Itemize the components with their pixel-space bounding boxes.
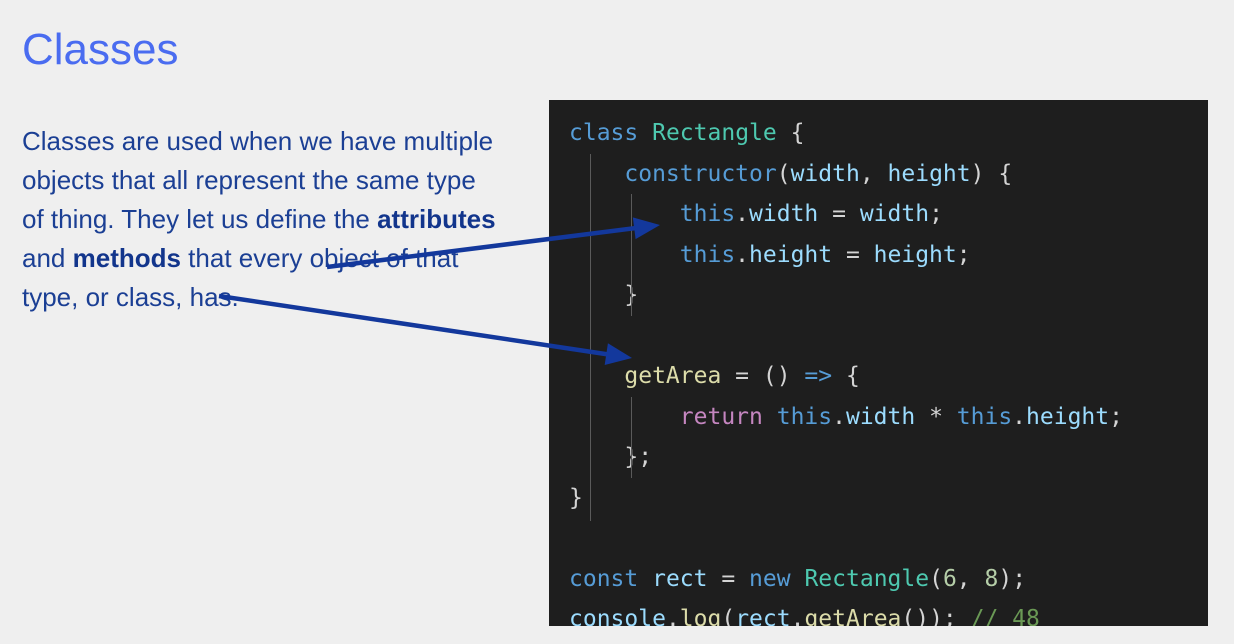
emphasis-term: attributes (377, 204, 496, 234)
indent-guide (631, 397, 632, 478)
slide-canvas: Classes Classes are used when we have mu… (0, 0, 1234, 644)
code-token: ; (1109, 403, 1123, 430)
code-token: width (859, 201, 930, 227)
code-token: , (859, 160, 888, 187)
code-line: }; (569, 437, 1123, 478)
code-line: return this.width * this.height; (569, 397, 1123, 438)
body-paragraph: Classes are used when we have multiple o… (22, 122, 502, 317)
code-token: return (679, 403, 763, 430)
code-token: rect (735, 606, 791, 626)
code-token: this (776, 403, 833, 430)
code-token: = (707, 565, 750, 592)
indent-guide (631, 194, 632, 316)
code-token: height (887, 160, 971, 187)
code-token: this (679, 201, 736, 227)
code-token: // 48 (970, 606, 1040, 626)
code-token: }; (624, 444, 653, 470)
code-token: ; (956, 241, 971, 268)
code-token: log (679, 606, 722, 626)
code-token: . (735, 241, 750, 268)
code-token: ( (776, 160, 791, 187)
code-token: ( (721, 606, 736, 626)
code-token: new (749, 565, 791, 592)
code-token: 6 (942, 565, 957, 592)
code-token: . (790, 606, 805, 626)
code-line: class Rectangle { (569, 113, 1123, 154)
code-token: width (845, 403, 916, 430)
code-token: . (735, 201, 750, 227)
code-token: } (569, 484, 583, 511)
code-token: , (956, 565, 985, 592)
code-token: getArea (624, 363, 722, 389)
code-token: const (569, 565, 639, 592)
code-token: this (956, 403, 1013, 430)
code-token: width (749, 201, 819, 227)
code-line: } (569, 478, 1123, 519)
code-token: console (569, 606, 666, 626)
code-token: getArea (804, 606, 902, 626)
code-line: getArea = () => { (569, 356, 1123, 397)
code-token: = () (721, 363, 805, 389)
indent-guide (590, 154, 591, 521)
code-token: width (790, 160, 860, 187)
code-token: Rectangle (652, 120, 777, 146)
code-line: this.width = width; (569, 194, 1123, 235)
code-token: height (749, 241, 833, 268)
code-token: ()); (901, 606, 971, 626)
code-token: class (569, 120, 639, 146)
code-token: height (873, 241, 957, 268)
emphasis-term: methods (72, 243, 181, 273)
code-lines: class Rectangle { constructor(width, hei… (569, 113, 1123, 626)
page-title: Classes (22, 25, 179, 74)
code-token: ); (998, 565, 1027, 592)
body-text-run: and (22, 243, 73, 273)
code-token: { (832, 363, 860, 389)
code-token: * (915, 403, 957, 430)
code-token: constructor (624, 160, 777, 187)
code-token: = (818, 201, 860, 227)
code-token: . (832, 403, 846, 430)
code-token: = (832, 241, 874, 268)
code-token: { (776, 120, 805, 146)
code-token: => (804, 363, 833, 389)
code-line: const rect = new Rectangle(6, 8); (569, 559, 1123, 600)
code-token: . (1012, 403, 1027, 430)
code-token: ; (929, 201, 943, 227)
code-token: ) { (970, 160, 1013, 187)
code-token: ( (929, 565, 943, 592)
code-token: height (1026, 403, 1110, 430)
code-line: this.height = height; (569, 235, 1123, 276)
code-line: constructor(width, height) { (569, 154, 1123, 195)
code-block: class Rectangle { constructor(width, hei… (549, 100, 1208, 626)
code-token: this (679, 241, 736, 268)
code-token: rect (652, 565, 708, 592)
code-line: } (569, 275, 1123, 316)
code-line: console.log(rect.getArea()); // 48 (569, 599, 1123, 626)
code-token: 8 (984, 565, 999, 592)
code-token: . (665, 606, 680, 626)
code-token: Rectangle (804, 565, 930, 592)
